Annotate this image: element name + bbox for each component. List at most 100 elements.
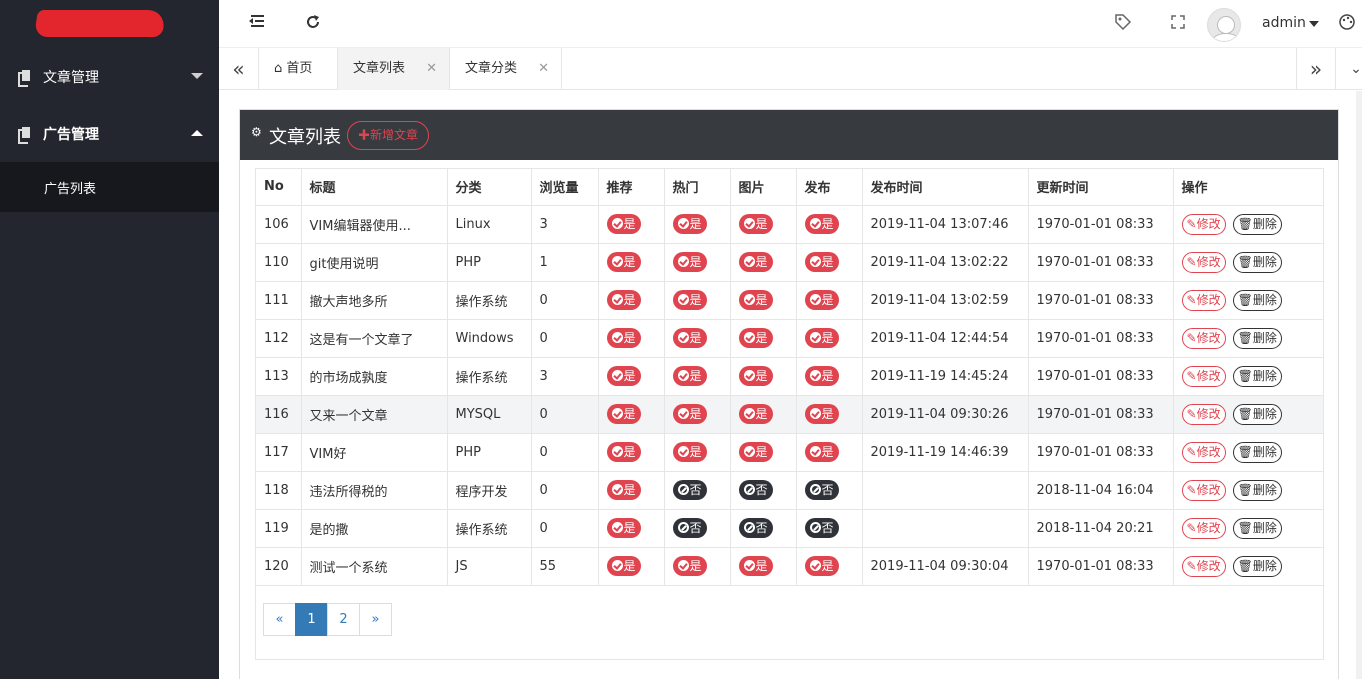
- edit-button[interactable]: ✎修改: [1181, 555, 1226, 577]
- avatar[interactable]: [1207, 8, 1241, 42]
- cell-hot: 否: [663, 508, 731, 548]
- edit-button[interactable]: ✎修改: [1181, 251, 1226, 273]
- tab-home[interactable]: ⌂ 首页: [259, 48, 338, 90]
- sidebar-item-ads[interactable]: 广告管理: [0, 105, 219, 162]
- edit-button[interactable]: ✎修改: [1181, 213, 1226, 235]
- page-button-2[interactable]: 2: [327, 603, 360, 636]
- hot-yes-badge[interactable]: 是: [672, 252, 707, 272]
- image-yes-badge[interactable]: 是: [738, 366, 773, 386]
- publish-yes-badge[interactable]: 是: [804, 442, 839, 462]
- edit-button[interactable]: ✎修改: [1181, 327, 1226, 349]
- tab-article-list[interactable]: 文章列表 ✕: [338, 48, 450, 90]
- hot-yes-badge[interactable]: 是: [672, 328, 707, 348]
- delete-button[interactable]: 🗑删除: [1232, 403, 1282, 425]
- delete-button[interactable]: 🗑删除: [1232, 441, 1282, 463]
- publish-yes-badge[interactable]: 是: [804, 214, 839, 234]
- publish-no-badge[interactable]: 否: [804, 518, 839, 538]
- badge-label: 是: [755, 559, 768, 573]
- cell-views: 0: [530, 280, 599, 320]
- recommend-yes-badge[interactable]: 是: [606, 442, 641, 462]
- hot-yes-badge[interactable]: 是: [672, 404, 707, 424]
- edit-button[interactable]: ✎修改: [1181, 441, 1226, 463]
- recommend-yes-badge[interactable]: 是: [606, 366, 641, 386]
- page-button-1[interactable]: 1: [295, 603, 328, 636]
- hot-yes-badge[interactable]: 是: [672, 556, 707, 576]
- delete-button[interactable]: 🗑删除: [1232, 213, 1282, 235]
- cell-views: 1: [530, 242, 599, 282]
- check-circle-icon: [677, 408, 689, 419]
- publish-no-badge[interactable]: 否: [804, 480, 839, 500]
- fullscreen-icon[interactable]: [1167, 13, 1189, 35]
- recommend-yes-badge[interactable]: 是: [606, 518, 641, 538]
- tab-label: 文章列表: [353, 61, 406, 76]
- edit-button[interactable]: ✎修改: [1181, 403, 1226, 425]
- publish-yes-badge[interactable]: 是: [804, 366, 839, 386]
- image-yes-badge[interactable]: 是: [738, 328, 773, 348]
- delete-button[interactable]: 🗑删除: [1232, 365, 1282, 387]
- hot-yes-badge[interactable]: 是: [672, 442, 707, 462]
- cell-update-time: 1970-01-01 08:33: [1027, 356, 1174, 396]
- hot-no-badge[interactable]: 否: [672, 480, 707, 500]
- recommend-yes-badge[interactable]: 是: [606, 328, 641, 348]
- image-yes-badge[interactable]: 是: [738, 290, 773, 310]
- refresh-icon[interactable]: [302, 13, 324, 35]
- publish-yes-badge[interactable]: 是: [804, 556, 839, 576]
- delete-button[interactable]: 🗑删除: [1232, 289, 1282, 311]
- recommend-yes-badge[interactable]: 是: [606, 290, 641, 310]
- caret-down-icon[interactable]: [1309, 21, 1319, 27]
- image-yes-badge[interactable]: 是: [738, 252, 773, 272]
- hot-no-badge[interactable]: 否: [672, 518, 707, 538]
- tabs-dropdown-button[interactable]: ⌄: [1336, 48, 1362, 90]
- edit-button[interactable]: ✎修改: [1181, 517, 1226, 539]
- close-icon[interactable]: ✕: [538, 48, 549, 90]
- delete-button[interactable]: 🗑删除: [1232, 251, 1282, 273]
- cell-hot: 是: [663, 356, 731, 396]
- badge-label: 是: [623, 407, 636, 421]
- publish-yes-badge[interactable]: 是: [804, 252, 839, 272]
- publish-yes-badge[interactable]: 是: [804, 328, 839, 348]
- close-icon[interactable]: ✕: [426, 48, 437, 90]
- recommend-yes-badge[interactable]: 是: [606, 252, 641, 272]
- image-yes-badge[interactable]: 是: [738, 556, 773, 576]
- image-no-badge[interactable]: 否: [738, 480, 773, 500]
- image-yes-badge[interactable]: 是: [738, 442, 773, 462]
- page-next-button[interactable]: »: [359, 603, 392, 636]
- tabs-scroll-right-button[interactable]: »: [1296, 48, 1336, 90]
- tag-icon[interactable]: [1112, 13, 1134, 35]
- delete-button[interactable]: 🗑删除: [1232, 517, 1282, 539]
- edit-label: 修改: [1196, 330, 1221, 345]
- edit-button[interactable]: ✎修改: [1181, 365, 1226, 387]
- recommend-yes-badge[interactable]: 是: [606, 556, 641, 576]
- check-circle-icon: [809, 408, 821, 419]
- publish-yes-badge[interactable]: 是: [804, 290, 839, 310]
- recommend-yes-badge[interactable]: 是: [606, 480, 641, 500]
- publish-yes-badge[interactable]: 是: [804, 404, 839, 424]
- edit-button[interactable]: ✎修改: [1181, 289, 1226, 311]
- tab-article-category[interactable]: 文章分类 ✕: [450, 48, 562, 90]
- scrollbar[interactable]: [1356, 91, 1362, 679]
- edit-button[interactable]: ✎修改: [1181, 479, 1226, 501]
- image-yes-badge[interactable]: 是: [738, 404, 773, 424]
- page-prev-button[interactable]: «: [263, 603, 296, 636]
- theme-palette-icon[interactable]: [1336, 13, 1358, 35]
- user-menu[interactable]: admin: [1262, 15, 1306, 31]
- hot-yes-badge[interactable]: 是: [672, 366, 707, 386]
- delete-button[interactable]: 🗑删除: [1232, 327, 1282, 349]
- hot-yes-badge[interactable]: 是: [672, 290, 707, 310]
- hot-yes-badge[interactable]: 是: [672, 214, 707, 234]
- badge-label: 否: [755, 483, 768, 497]
- delete-button[interactable]: 🗑删除: [1232, 479, 1282, 501]
- recommend-yes-badge[interactable]: 是: [606, 404, 641, 424]
- add-article-button[interactable]: ✚新增文章: [347, 121, 430, 150]
- menu-fold-icon[interactable]: [246, 13, 268, 35]
- sidebar-subitem-ad-list[interactable]: 广告列表: [0, 162, 219, 212]
- cell-update-time: 1970-01-01 08:33: [1027, 394, 1174, 434]
- cell-actions: ✎修改 🗑删除: [1172, 508, 1323, 548]
- image-no-badge[interactable]: 否: [738, 518, 773, 538]
- delete-button[interactable]: 🗑删除: [1232, 555, 1282, 577]
- sidebar-item-articles[interactable]: 文章管理: [0, 48, 219, 105]
- recommend-yes-badge[interactable]: 是: [606, 214, 641, 234]
- cell-no: 112: [256, 318, 302, 358]
- image-yes-badge[interactable]: 是: [738, 214, 773, 234]
- tabs-scroll-left-button[interactable]: «: [219, 48, 259, 90]
